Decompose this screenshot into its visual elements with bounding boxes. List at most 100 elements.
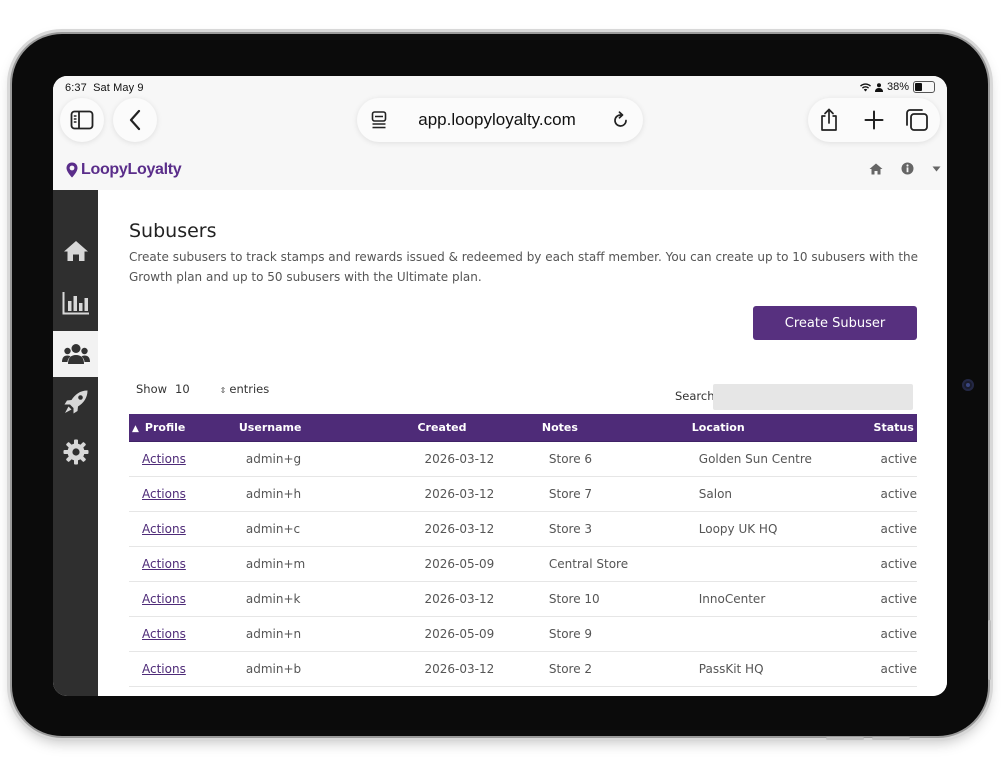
notes-cell: Store 3 [541,511,692,547]
column-header-profile[interactable]: ▲ Profile [129,414,239,442]
status-cell: active [873,441,917,477]
header-icons [869,162,941,175]
sidebar-item-subusers[interactable] [53,331,98,377]
person-icon [874,82,883,92]
status-time: 6:37 Sat May 9 [65,82,144,94]
location-pin-icon [66,162,78,178]
bar-chart-icon [62,292,89,315]
app-logo[interactable]: LoopyLoyalty [66,161,182,179]
browser-toolbar: app.loopyloyalty.com [53,98,947,150]
status-cell: active [873,476,917,512]
column-header-notes[interactable]: Notes [541,414,692,442]
location-cell [691,616,874,652]
users-icon [61,344,90,364]
table-row: Actions admin+m 2026-05-09 Central Store… [129,546,917,582]
actions-link[interactable]: Actions [142,487,186,501]
main-content: Subusers Create subusers to track stamps… [98,190,947,696]
actions-link[interactable]: Actions [142,452,186,466]
notes-cell: Store 7 [541,476,692,512]
actions-link[interactable]: Actions [142,592,186,606]
bottom-button-right [872,737,910,740]
created-cell: 2026-03-12 [417,511,542,547]
info-icon[interactable] [901,162,914,175]
column-header-username[interactable]: Username [238,414,418,442]
share-icon[interactable] [819,108,839,132]
back-icon [129,109,141,131]
battery-percent: 38% [886,81,909,93]
column-header-created[interactable]: Created [417,414,542,442]
username-cell: admin+b [238,651,418,687]
location-cell: InnoCenter [691,581,874,617]
column-label: Profile [144,421,186,434]
sidebar-icon [70,110,94,130]
actions-link[interactable]: Actions [142,522,186,536]
profile-cell: Actions [129,581,239,617]
reload-icon[interactable] [613,111,629,129]
subusers-table: ▲ Profile Username Created Notes Location… [129,414,917,687]
profile-cell: Actions [129,476,239,512]
url-text[interactable]: app.loopyloyalty.com [418,110,576,130]
username-cell: admin+m [238,546,418,582]
location-cell: Salon [691,476,874,512]
location-cell: Loopy UK HQ [691,511,874,547]
front-camera [962,379,974,391]
toolbar-actions [808,98,940,142]
create-subuser-button[interactable]: Create Subuser [753,306,917,340]
table-row: Actions admin+n 2026-05-09 Store 9 activ… [129,616,917,652]
profile-cell: Actions [129,441,239,477]
location-cell: PassKit HQ [691,651,874,687]
profile-cell: Actions [129,616,239,652]
actions-link[interactable]: Actions [142,627,186,641]
search-input[interactable] [713,384,913,410]
actions-link[interactable]: Actions [142,557,186,571]
actions-link[interactable]: Actions [142,662,186,676]
sidebar-item-campaigns[interactable] [53,380,98,424]
screen: 6:37 Sat May 9 38% app.loopyloyalty.com [53,76,947,696]
created-cell: 2026-05-09 [417,546,542,582]
column-header-status[interactable]: Status [873,414,917,442]
table-header-row: ▲ Profile Username Created Notes Location… [129,414,917,442]
profile-cell: Actions [129,511,239,547]
created-cell: 2026-03-12 [417,441,542,477]
notes-cell: Store 6 [541,441,692,477]
profile-cell: Actions [129,546,239,582]
sidebar-item-settings[interactable] [53,430,98,474]
caret-down-icon[interactable] [932,166,941,172]
status-cell: active [873,546,917,582]
sort-asc-icon: ▲ [132,424,139,434]
entries-label: entries [229,382,270,396]
logo-text: LoopyLoyalty [81,161,182,178]
reader-icon[interactable] [371,111,387,129]
tabs-icon[interactable] [905,108,929,132]
new-tab-icon[interactable] [864,110,884,130]
created-cell: 2026-03-12 [417,651,542,687]
profile-cell: Actions [129,651,239,687]
sidebar-item-analytics[interactable] [53,281,98,325]
battery-fill [915,83,922,91]
table-row: Actions admin+k 2026-03-12 Store 10 Inno… [129,581,917,617]
search-label: Search: [675,389,719,403]
status-cell: active [873,581,917,617]
page-title: Subusers [129,220,217,242]
table-row: Actions admin+g 2026-03-12 Store 6 Golde… [129,441,917,477]
table-row: Actions admin+b 2026-03-12 Store 2 PassK… [129,651,917,687]
back-button[interactable] [113,98,157,142]
table-row: Actions admin+c 2026-03-12 Store 3 Loopy… [129,511,917,547]
sidebar-item-home[interactable] [53,229,98,273]
status-bar: 6:37 Sat May 9 38% [53,76,947,98]
page-size-select[interactable]: 10 [175,382,190,396]
column-header-location[interactable]: Location [691,414,874,442]
address-bar[interactable]: app.loopyloyalty.com [357,98,643,142]
clock: 6:37 [65,82,87,94]
status-right: 38% [859,81,935,93]
select-arrows-icon[interactable]: ⇕ [220,386,227,395]
notes-cell: Store 2 [541,651,692,687]
created-cell: 2026-03-12 [417,476,542,512]
wifi-icon [859,82,871,91]
username-cell: admin+g [238,441,418,477]
created-cell: 2026-05-09 [417,616,542,652]
status-cell: active [873,616,917,652]
home-icon[interactable] [869,163,883,175]
sidebar-toggle-button[interactable] [60,98,104,142]
app-header: LoopyLoyalty [53,150,947,191]
